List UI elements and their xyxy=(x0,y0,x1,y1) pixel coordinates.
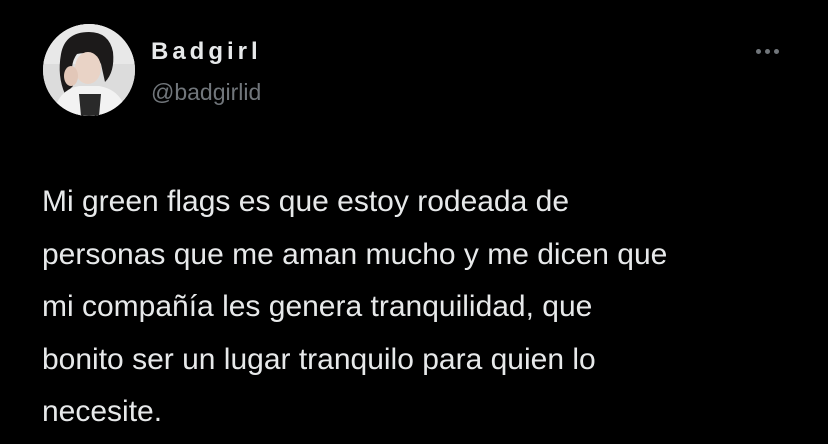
more-options-button[interactable] xyxy=(750,38,784,64)
more-horizontal-icon xyxy=(764,48,770,54)
tweet-text: Mi green flags es que estoy rodeada de p… xyxy=(42,185,668,428)
avatar-image xyxy=(43,24,135,116)
avatar[interactable] xyxy=(43,24,135,116)
display-name[interactable]: Badgirl xyxy=(151,38,262,66)
more-horizontal-icon xyxy=(773,48,779,54)
more-horizontal-icon xyxy=(755,48,761,54)
tweet-card: Badgirl @badgirlid Mi green flags es que… xyxy=(0,0,828,444)
user-handle[interactable]: @badgirlid xyxy=(151,78,261,106)
